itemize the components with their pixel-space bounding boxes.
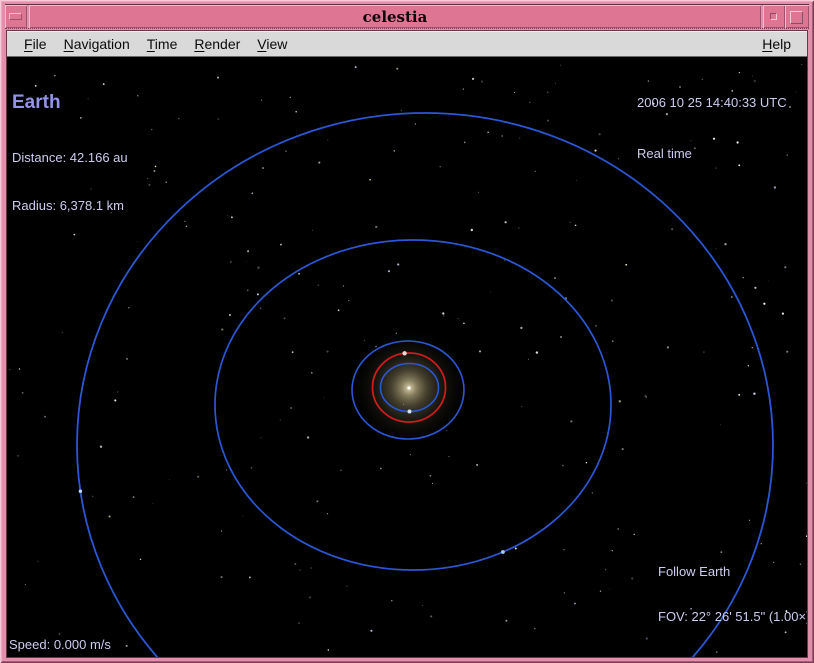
planet-mid: [501, 550, 505, 554]
menu-time[interactable]: Time: [147, 36, 178, 52]
maximize-button[interactable]: [763, 5, 785, 28]
menu-file[interactable]: File: [24, 36, 47, 52]
iconify-button[interactable]: [5, 5, 27, 28]
sun: [407, 386, 410, 389]
fov-readout: FOV: 22° 26' 51.5" (1.00×): [658, 609, 807, 624]
celestia-window: celestia File Navigation Time Render View He…: [0, 0, 814, 663]
planet-inner: [408, 410, 412, 414]
follow-mode: Follow Earth: [658, 564, 807, 579]
datetime-utc: 2006 10 25 14:40:33 UTC: [637, 94, 787, 111]
menu-help-container: Help: [762, 36, 807, 52]
time-info: 2006 10 25 14:40:33 UTC Real time: [637, 60, 787, 196]
selection-radius: Radius: 6,378.1 km: [12, 198, 128, 214]
menu-view[interactable]: View: [257, 36, 287, 52]
iconify-icon: [9, 13, 22, 20]
resize-button[interactable]: [785, 5, 809, 28]
selection-info: Earth Distance: 42.166 au Radius: 6,378.…: [12, 59, 128, 246]
planet-outer: [79, 490, 82, 493]
selection-distance: Distance: 42.166 au: [12, 150, 128, 166]
space-viewport[interactable]: Earth Distance: 42.166 au Radius: 6,378.…: [7, 57, 807, 657]
menu-items: File Navigation Time Render View: [7, 36, 287, 52]
menu-render[interactable]: Render: [194, 36, 240, 52]
speed-readout: Speed: 0.000 m/s: [9, 637, 111, 653]
menu-navigation[interactable]: Navigation: [64, 36, 130, 52]
tracking-info: Follow Earth FOV: 22° 26' 51.5" (1.00×): [658, 534, 807, 654]
menu-bar: File Navigation Time Render View Help: [7, 31, 807, 57]
window-title: celestia: [29, 5, 761, 28]
resize-icon: [790, 11, 803, 24]
earth: [402, 351, 406, 355]
menu-help[interactable]: Help: [762, 36, 791, 52]
selection-title: Earth: [12, 91, 128, 115]
time-mode: Real time: [637, 145, 787, 162]
title-bar[interactable]: celestia: [5, 4, 809, 29]
client-area: File Navigation Time Render View Help Earth …: [6, 30, 808, 658]
maximize-icon: [770, 13, 777, 20]
